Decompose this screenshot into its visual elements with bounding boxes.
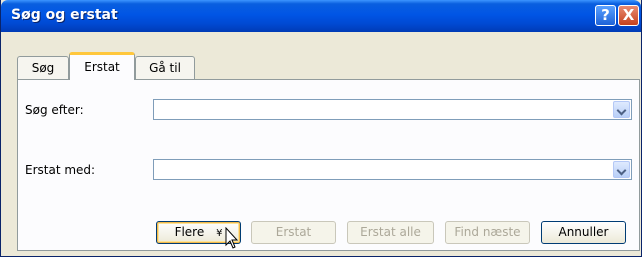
find-next-button-label: Find næste	[454, 225, 521, 239]
help-button[interactable]: ?	[595, 5, 616, 26]
replace-label: Erstat med:	[25, 163, 96, 177]
find-next-button[interactable]: Find næste	[445, 221, 530, 244]
replace-all-button[interactable]: Erstat alle	[347, 221, 434, 244]
search-combobox[interactable]	[153, 99, 632, 120]
find-replace-dialog: Søg og erstat ? X Søg Erstat Gå til Søg …	[0, 0, 642, 257]
tab-goto-label: Gå til	[149, 61, 181, 75]
dialog-title: Søg og erstat	[11, 7, 118, 23]
replace-button-label: Erstat	[275, 225, 312, 239]
cancel-button-label: Annuller	[558, 225, 609, 239]
replace-combobox[interactable]	[153, 159, 632, 180]
search-label: Søg efter:	[25, 103, 84, 117]
cancel-button[interactable]: Annuller	[541, 221, 626, 244]
title-bar[interactable]: Søg og erstat ? X	[1, 0, 641, 32]
replace-dropdown-arrow-icon[interactable]	[613, 161, 630, 178]
mouse-pointer-icon	[225, 227, 239, 249]
tab-replace-label: Erstat	[84, 60, 120, 74]
replace-all-button-label: Erstat alle	[360, 225, 421, 239]
search-dropdown-arrow-icon[interactable]	[613, 101, 630, 118]
tab-replace[interactable]: Erstat	[69, 52, 135, 80]
tab-goto[interactable]: Gå til	[135, 56, 195, 79]
more-arrow-icon: ¥	[216, 228, 223, 239]
tab-search[interactable]: Søg	[17, 56, 69, 79]
more-button-label: Flere	[174, 225, 205, 239]
tab-search-label: Søg	[31, 61, 55, 75]
close-button[interactable]: X	[618, 5, 639, 26]
replace-button[interactable]: Erstat	[251, 221, 336, 244]
